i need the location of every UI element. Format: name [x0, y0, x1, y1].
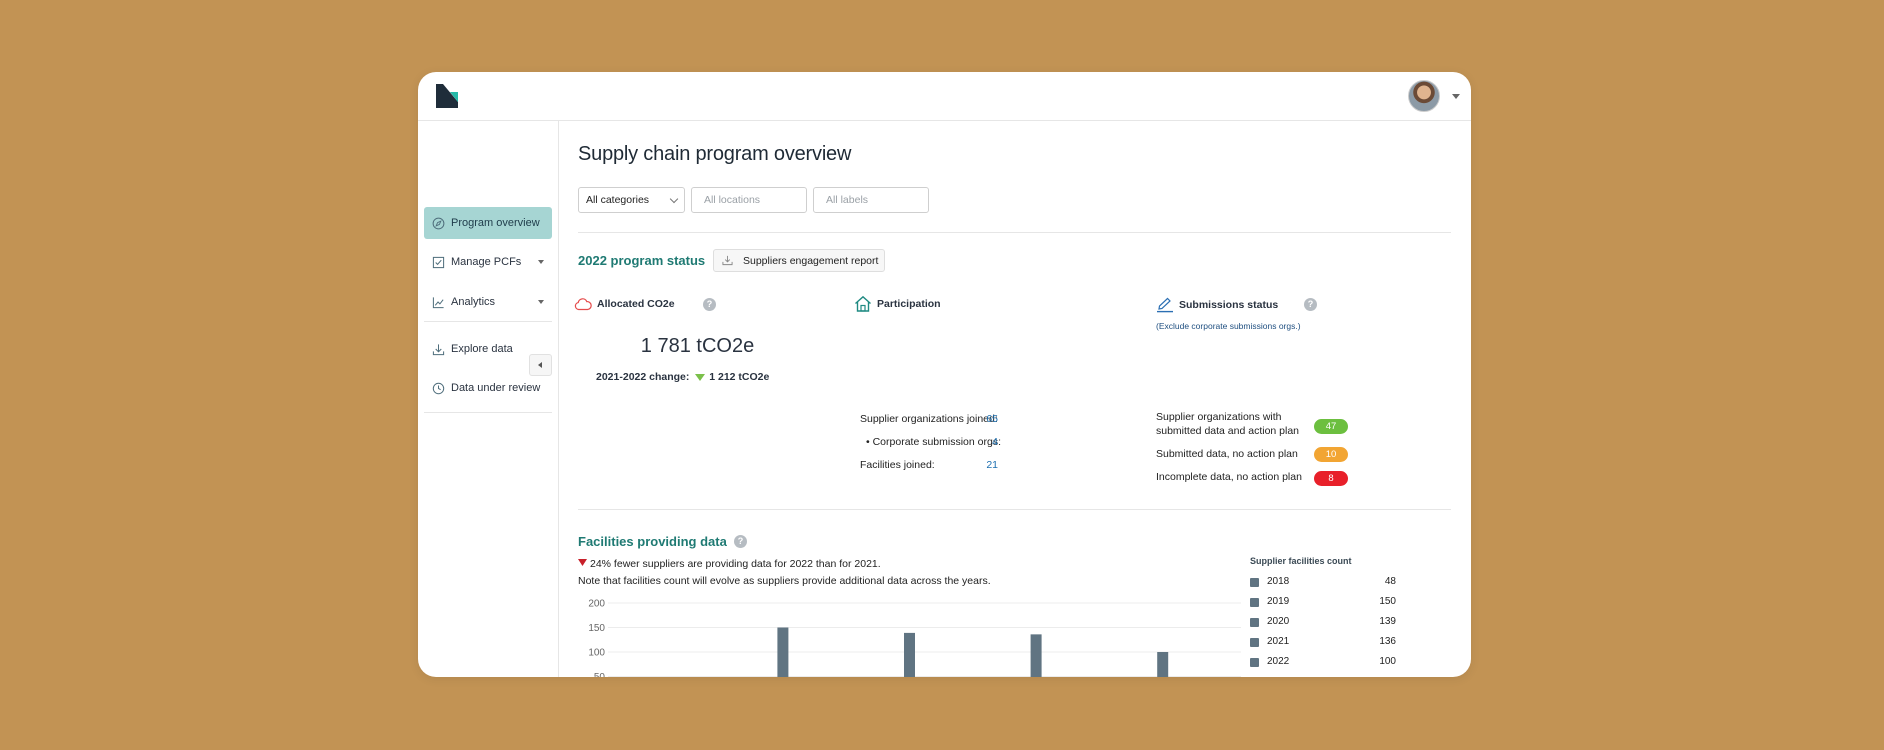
legend-count: 150 — [1379, 596, 1396, 607]
app-logo[interactable] — [436, 84, 458, 108]
sidebar-item-label: Explore data — [451, 343, 513, 355]
legend-year: 2021 — [1267, 636, 1290, 647]
sidebar-item-program-overview[interactable]: Program overview — [424, 207, 552, 239]
sidebar-item-label: Program overview — [451, 217, 540, 229]
main-content: Supply chain program overview All catego… — [560, 121, 1471, 677]
legend-year: 2022 — [1267, 656, 1290, 667]
chart-legend: 2018 48 2019 150 2020 139 2021 136 2022 100 — [1250, 576, 1410, 676]
bar-2019[interactable] — [777, 627, 789, 678]
bar-2020[interactable] — [904, 632, 915, 677]
legend-count: 100 — [1379, 656, 1396, 667]
compass-icon — [432, 217, 445, 229]
checkbox-icon — [432, 256, 445, 268]
sidebar-divider — [424, 412, 552, 413]
sidebar-item-label: Data under review — [451, 382, 541, 394]
y-tick-label: 150 — [588, 623, 605, 634]
legend-item[interactable]: 2018 48 — [1250, 576, 1410, 590]
legend-year: 2019 — [1267, 596, 1290, 607]
y-tick-label: 50 — [594, 672, 606, 677]
legend-year: 2020 — [1267, 616, 1290, 627]
legend-item[interactable]: 2022 100 — [1250, 656, 1410, 670]
legend-item[interactable]: 2020 139 — [1250, 616, 1410, 630]
sidebar-divider — [424, 321, 552, 322]
y-tick-label: 200 — [588, 599, 605, 610]
legend-swatch — [1250, 578, 1259, 587]
clock-icon — [432, 382, 445, 394]
y-tick-label: 100 — [588, 648, 605, 659]
legend-item[interactable]: 2019 150 — [1250, 596, 1410, 610]
user-avatar[interactable] — [1408, 80, 1440, 112]
top-bar — [418, 72, 1471, 121]
app-window: Program overview Manage PCFs Analytics E… — [418, 72, 1471, 677]
sidebar-item-analytics[interactable]: Analytics — [424, 286, 552, 318]
legend-swatch — [1250, 618, 1259, 627]
legend-swatch — [1250, 658, 1259, 667]
sidebar-item-label: Manage PCFs — [451, 256, 522, 268]
legend-title: Supplier facilities count — [1250, 556, 1352, 566]
chevron-down-icon[interactable] — [1452, 94, 1460, 99]
collapse-sidebar-button[interactable] — [529, 354, 552, 376]
legend-count: 136 — [1379, 636, 1396, 647]
legend-swatch — [1250, 598, 1259, 607]
chevron-down-icon — [538, 300, 544, 304]
sidebar-item-manage-pcfs[interactable]: Manage PCFs — [424, 246, 552, 278]
legend-swatch — [1250, 638, 1259, 647]
bar-2021[interactable] — [1030, 634, 1042, 677]
bar-2022[interactable] — [1157, 652, 1169, 677]
legend-item[interactable]: 2021 136 — [1250, 636, 1410, 650]
legend-year: 2018 — [1267, 576, 1290, 587]
legend-count: 48 — [1384, 576, 1396, 587]
legend-count: 139 — [1379, 616, 1396, 627]
sidebar-item-data-under-review[interactable]: Data under review — [424, 372, 552, 404]
chevron-down-icon — [538, 260, 544, 264]
sidebar-item-label: Analytics — [451, 296, 496, 308]
sidebar: Program overview Manage PCFs Analytics E… — [418, 121, 559, 677]
line-chart-icon — [432, 296, 444, 308]
download-icon — [432, 343, 445, 355]
